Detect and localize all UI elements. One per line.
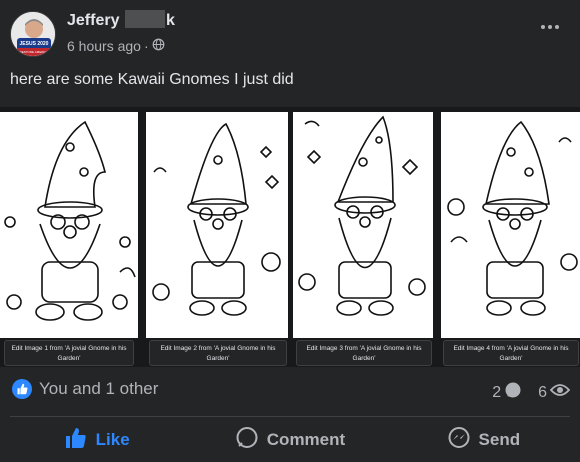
avatar-badge-text: JESUS 2020: [20, 41, 49, 47]
redacted-name: [124, 10, 165, 28]
messenger-icon: [447, 426, 471, 455]
image-caption-2[interactable]: Edit Image 2 from 'A jovial Gnome in his…: [149, 340, 287, 366]
views-count[interactable]: 6: [538, 382, 571, 403]
image-caption-4[interactable]: Edit Image 4 from 'A jovial Gnome in his…: [443, 340, 579, 366]
author-avatar[interactable]: JESUS 2020 RESTORE AMERICA: [10, 11, 56, 57]
actions-divider: [10, 416, 570, 417]
gnome-image-2[interactable]: [146, 112, 288, 338]
eye-icon: [549, 382, 571, 403]
more-options-icon[interactable]: [538, 20, 562, 34]
send-label: Send: [478, 430, 521, 449]
post-text: here are some Kawaii Gnomes I just did: [10, 71, 294, 88]
avatar-badge-sub: RESTORE AMERICA: [20, 50, 49, 54]
post-timestamp[interactable]: 6 hours ago: [67, 38, 141, 54]
thumbs-up-icon: [12, 379, 32, 399]
engagement-counts: 2 6: [492, 381, 571, 404]
comments-count[interactable]: 2: [492, 381, 522, 404]
author-first-name[interactable]: Jeffery: [67, 12, 119, 29]
reactions-text[interactable]: You and 1 other: [39, 379, 158, 399]
author-name[interactable]: Jeffery k: [67, 10, 175, 30]
send-button[interactable]: Send: [387, 420, 580, 460]
globe-icon[interactable]: [152, 38, 165, 54]
reactions-summary[interactable]: You and 1 other: [12, 379, 158, 399]
comment-label: Comment: [266, 430, 346, 449]
post-meta: 6 hours ago ·: [67, 38, 165, 54]
image-gallery: Edit Image 1 from 'A jovial Gnome in his…: [0, 107, 580, 367]
comments-count-value: 2: [492, 383, 502, 401]
comment-bubble-icon: [504, 381, 522, 404]
gnome-image-3[interactable]: [293, 112, 433, 338]
comment-button[interactable]: Comment: [193, 420, 386, 460]
avatar-image: JESUS 2020 RESTORE AMERICA: [11, 12, 55, 56]
author-last-name[interactable]: k: [166, 12, 175, 29]
gnome-image-4[interactable]: [441, 112, 580, 338]
like-icon: [64, 426, 88, 455]
image-caption-1[interactable]: Edit Image 1 from 'A jovial Gnome in his…: [4, 340, 134, 366]
gnome-image-1[interactable]: [0, 112, 138, 338]
facebook-post: JESUS 2020 RESTORE AMERICA Jeffery k 6 h…: [0, 0, 580, 462]
comment-icon: [235, 426, 259, 455]
like-button[interactable]: Like: [0, 420, 193, 460]
views-count-value: 6: [538, 383, 547, 401]
image-caption-3[interactable]: Edit Image 3 from 'A jovial Gnome in his…: [296, 340, 432, 366]
like-label: Like: [95, 430, 130, 449]
meta-separator: ·: [143, 38, 149, 54]
post-actions: Like Comment Send: [0, 420, 580, 460]
